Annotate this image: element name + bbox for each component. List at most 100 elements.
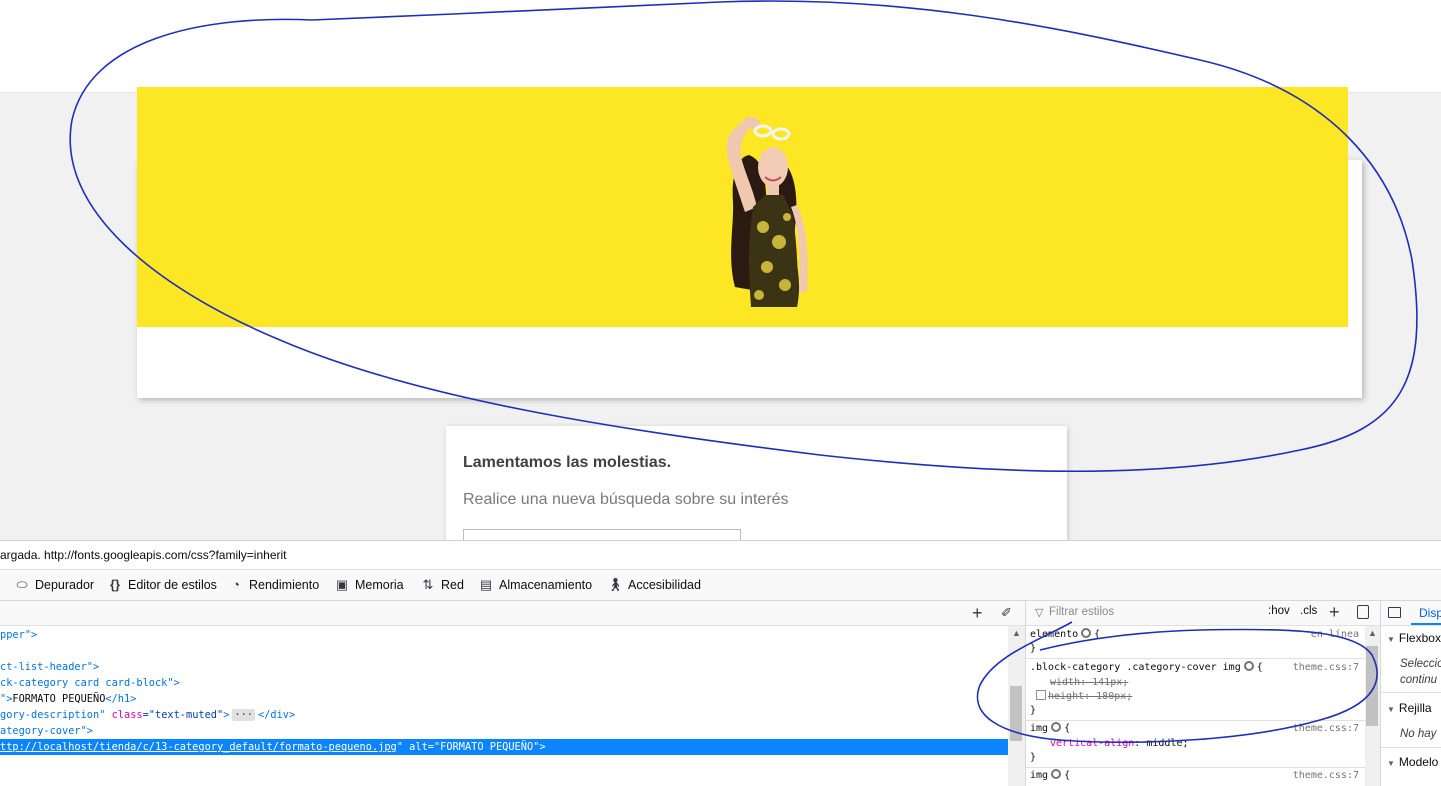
gauge-icon: ◔ <box>232 577 240 592</box>
markup-text: pper"> <box>0 629 38 641</box>
markup-link[interactable]: ttp://localhost/tienda/c/13-category_def… <box>0 741 397 753</box>
gear-icon[interactable] <box>1051 722 1062 732</box>
tab-label: Editor de estilos <box>128 578 217 592</box>
markup-text: ck-category card card-block"> <box>0 677 180 689</box>
tab-performance[interactable]: ◔ Rendimiento <box>228 570 319 600</box>
markup-scroll-thumb[interactable] <box>1010 686 1022 741</box>
tab-style-editor[interactable]: {} Editor de estilos <box>107 570 217 600</box>
rule-declaration[interactable]: vertical-align: middle; <box>1050 737 1189 751</box>
css-rules-panel: elemento { en línea } .block-category .ca… <box>1025 626 1365 786</box>
not-found-subtitle: Realice una nueva búsqueda sobre su inte… <box>463 491 789 508</box>
declaration-text: height: 180px; <box>1048 691 1133 702</box>
document-icon[interactable] <box>1357 605 1369 619</box>
markup-line[interactable]: gory-description" class="text-muted"> ···… <box>0 707 295 723</box>
accessibility-icon: 🚶︎ <box>607 577 624 592</box>
tab-memory[interactable]: ▣ Memoria <box>334 570 404 600</box>
braces-icon: {} <box>109 577 121 592</box>
rule-divider <box>1026 720 1365 721</box>
scroll-up-icon[interactable]: ▲ <box>1368 628 1377 638</box>
rule-source[interactable]: theme.css:7 <box>1293 769 1359 783</box>
add-rule-icon[interactable]: + <box>1329 601 1340 623</box>
chevron-down-icon: ▼ <box>1387 705 1395 714</box>
markup-text: ct-list-header"> <box>0 661 100 673</box>
tab-label: Accesibilidad <box>628 578 701 592</box>
cls-toggle[interactable]: .cls <box>1300 605 1317 617</box>
markup-text: gory-description" <box>0 709 112 721</box>
declaration-value: middle <box>1146 738 1183 749</box>
markup-line[interactable]: ct-list-header"> <box>0 659 99 675</box>
markup-line[interactable]: ck-category card card-block"> <box>0 675 180 691</box>
markup-text: " alt="FORMATO PEQUEÑO"> <box>396 741 546 753</box>
gear-icon[interactable] <box>1243 661 1254 671</box>
rules-toolbar: ▽ Filtrar estilos :hov .cls + <box>1025 601 1380 626</box>
tab-label: Depurador <box>35 578 95 592</box>
tab-network[interactable]: ⇅ Red <box>420 570 464 600</box>
rules-scroll-thumb[interactable] <box>1366 646 1378 726</box>
site-header <box>0 0 1441 93</box>
add-node-icon[interactable]: + <box>972 602 983 624</box>
brace: { <box>1064 723 1071 734</box>
rule-header: img { <box>1030 769 1070 783</box>
search-input[interactable] <box>463 529 741 540</box>
divider <box>1381 692 1441 693</box>
tab-layout[interactable]: Disp <box>1419 606 1441 620</box>
layout-panel: Disp ▼ Flexbox Seleccio continu ▼ Rejilla … <box>1380 601 1441 786</box>
markup-line[interactable]: ">FORMATO PEQUEÑO</h1> <box>0 691 136 707</box>
not-found-title: Lamentamos las molestias. <box>463 454 672 471</box>
tab-accessibility[interactable]: 🚶︎ Accesibilidad <box>607 570 701 600</box>
sidebar-toggle-icon[interactable] <box>1388 607 1401 618</box>
page-viewport: Lamentamos las molestias. Realice una nu… <box>0 0 1441 540</box>
layout-tabbar: Disp <box>1381 601 1441 626</box>
scroll-up-icon[interactable]: ▲ <box>1012 628 1021 638</box>
chip-icon: ▣ <box>335 577 349 592</box>
flexbox-section[interactable]: ▼ Flexbox <box>1381 631 1441 645</box>
filter-icon: ▽ <box>1035 607 1044 619</box>
grid-section[interactable]: ▼ Rejilla <box>1381 701 1441 715</box>
markup-line[interactable]: ategory-cover"> <box>0 723 93 739</box>
brace: { <box>1064 770 1071 781</box>
flexbox-note: Seleccio <box>1400 658 1441 670</box>
rule-selector[interactable]: img <box>1030 723 1048 734</box>
tab-debugger[interactable]: ⬭ Depurador <box>14 570 94 600</box>
devtools-panel: argada. http://fonts.googleapis.com/css?… <box>0 540 1441 786</box>
brace: { <box>1256 662 1263 673</box>
rule-source: en línea <box>1310 629 1359 640</box>
section-title: Modelo <box>1398 755 1439 769</box>
rule-source[interactable]: theme.css:7 <box>1293 722 1359 736</box>
markup-line[interactable]: pper"> <box>0 627 37 643</box>
rule-declaration[interactable]: width: 141px; <box>1050 676 1128 690</box>
markup-attr: class <box>111 709 143 721</box>
chevron-down-icon: ▼ <box>1387 759 1395 768</box>
rule-close: } <box>1030 643 1037 654</box>
active-tab-indicator <box>1411 623 1441 625</box>
arrows-updown-icon: ⇅ <box>422 577 434 592</box>
tab-storage[interactable]: ▤ Almacenamiento <box>478 570 592 600</box>
rule-selector[interactable]: .block-category .category-cover img <box>1030 662 1241 673</box>
markup-line-selected[interactable]: ttp://localhost/tienda/c/13-category_def… <box>0 739 1008 755</box>
ellipsis-badge[interactable]: ··· <box>232 709 255 721</box>
rule-declaration[interactable]: height: 180px; <box>1036 690 1132 704</box>
markup-text: "> <box>0 693 13 705</box>
markup-text: </div> <box>258 709 296 721</box>
rule-divider <box>1026 658 1365 659</box>
rule-close: } <box>1030 705 1037 716</box>
eyedropper-icon[interactable]: ✐ <box>1001 604 1012 622</box>
boxmodel-section[interactable]: ▼ Modelo <box>1381 755 1441 769</box>
grid-note: No hay <box>1400 728 1437 740</box>
declaration-checkbox[interactable] <box>1036 690 1046 700</box>
section-title: Flexbox <box>1398 631 1441 645</box>
gear-icon[interactable] <box>1051 769 1062 779</box>
devtools-toolbar: ⬭ Depurador {} Editor de estilos ◔ Rendimie… <box>0 570 1441 601</box>
tab-label: Almacenamiento <box>499 578 593 592</box>
category-cover-image <box>137 87 1348 327</box>
section-title: Rejilla <box>1398 701 1432 715</box>
debugger-icon: ⬭ <box>16 577 28 592</box>
rule-selector[interactable]: img <box>1030 770 1048 781</box>
filter-styles-input[interactable]: Filtrar estilos <box>1049 606 1114 618</box>
rule-source[interactable]: theme.css:7 <box>1293 661 1359 675</box>
markup-text: FORMATO PEQUEÑO <box>12 693 106 705</box>
gear-icon[interactable] <box>1081 628 1092 638</box>
hov-toggle[interactable]: :hov <box>1268 605 1290 617</box>
markup-value: ="text-muted" <box>142 709 224 721</box>
declaration-text: width: 141px; <box>1050 677 1129 688</box>
